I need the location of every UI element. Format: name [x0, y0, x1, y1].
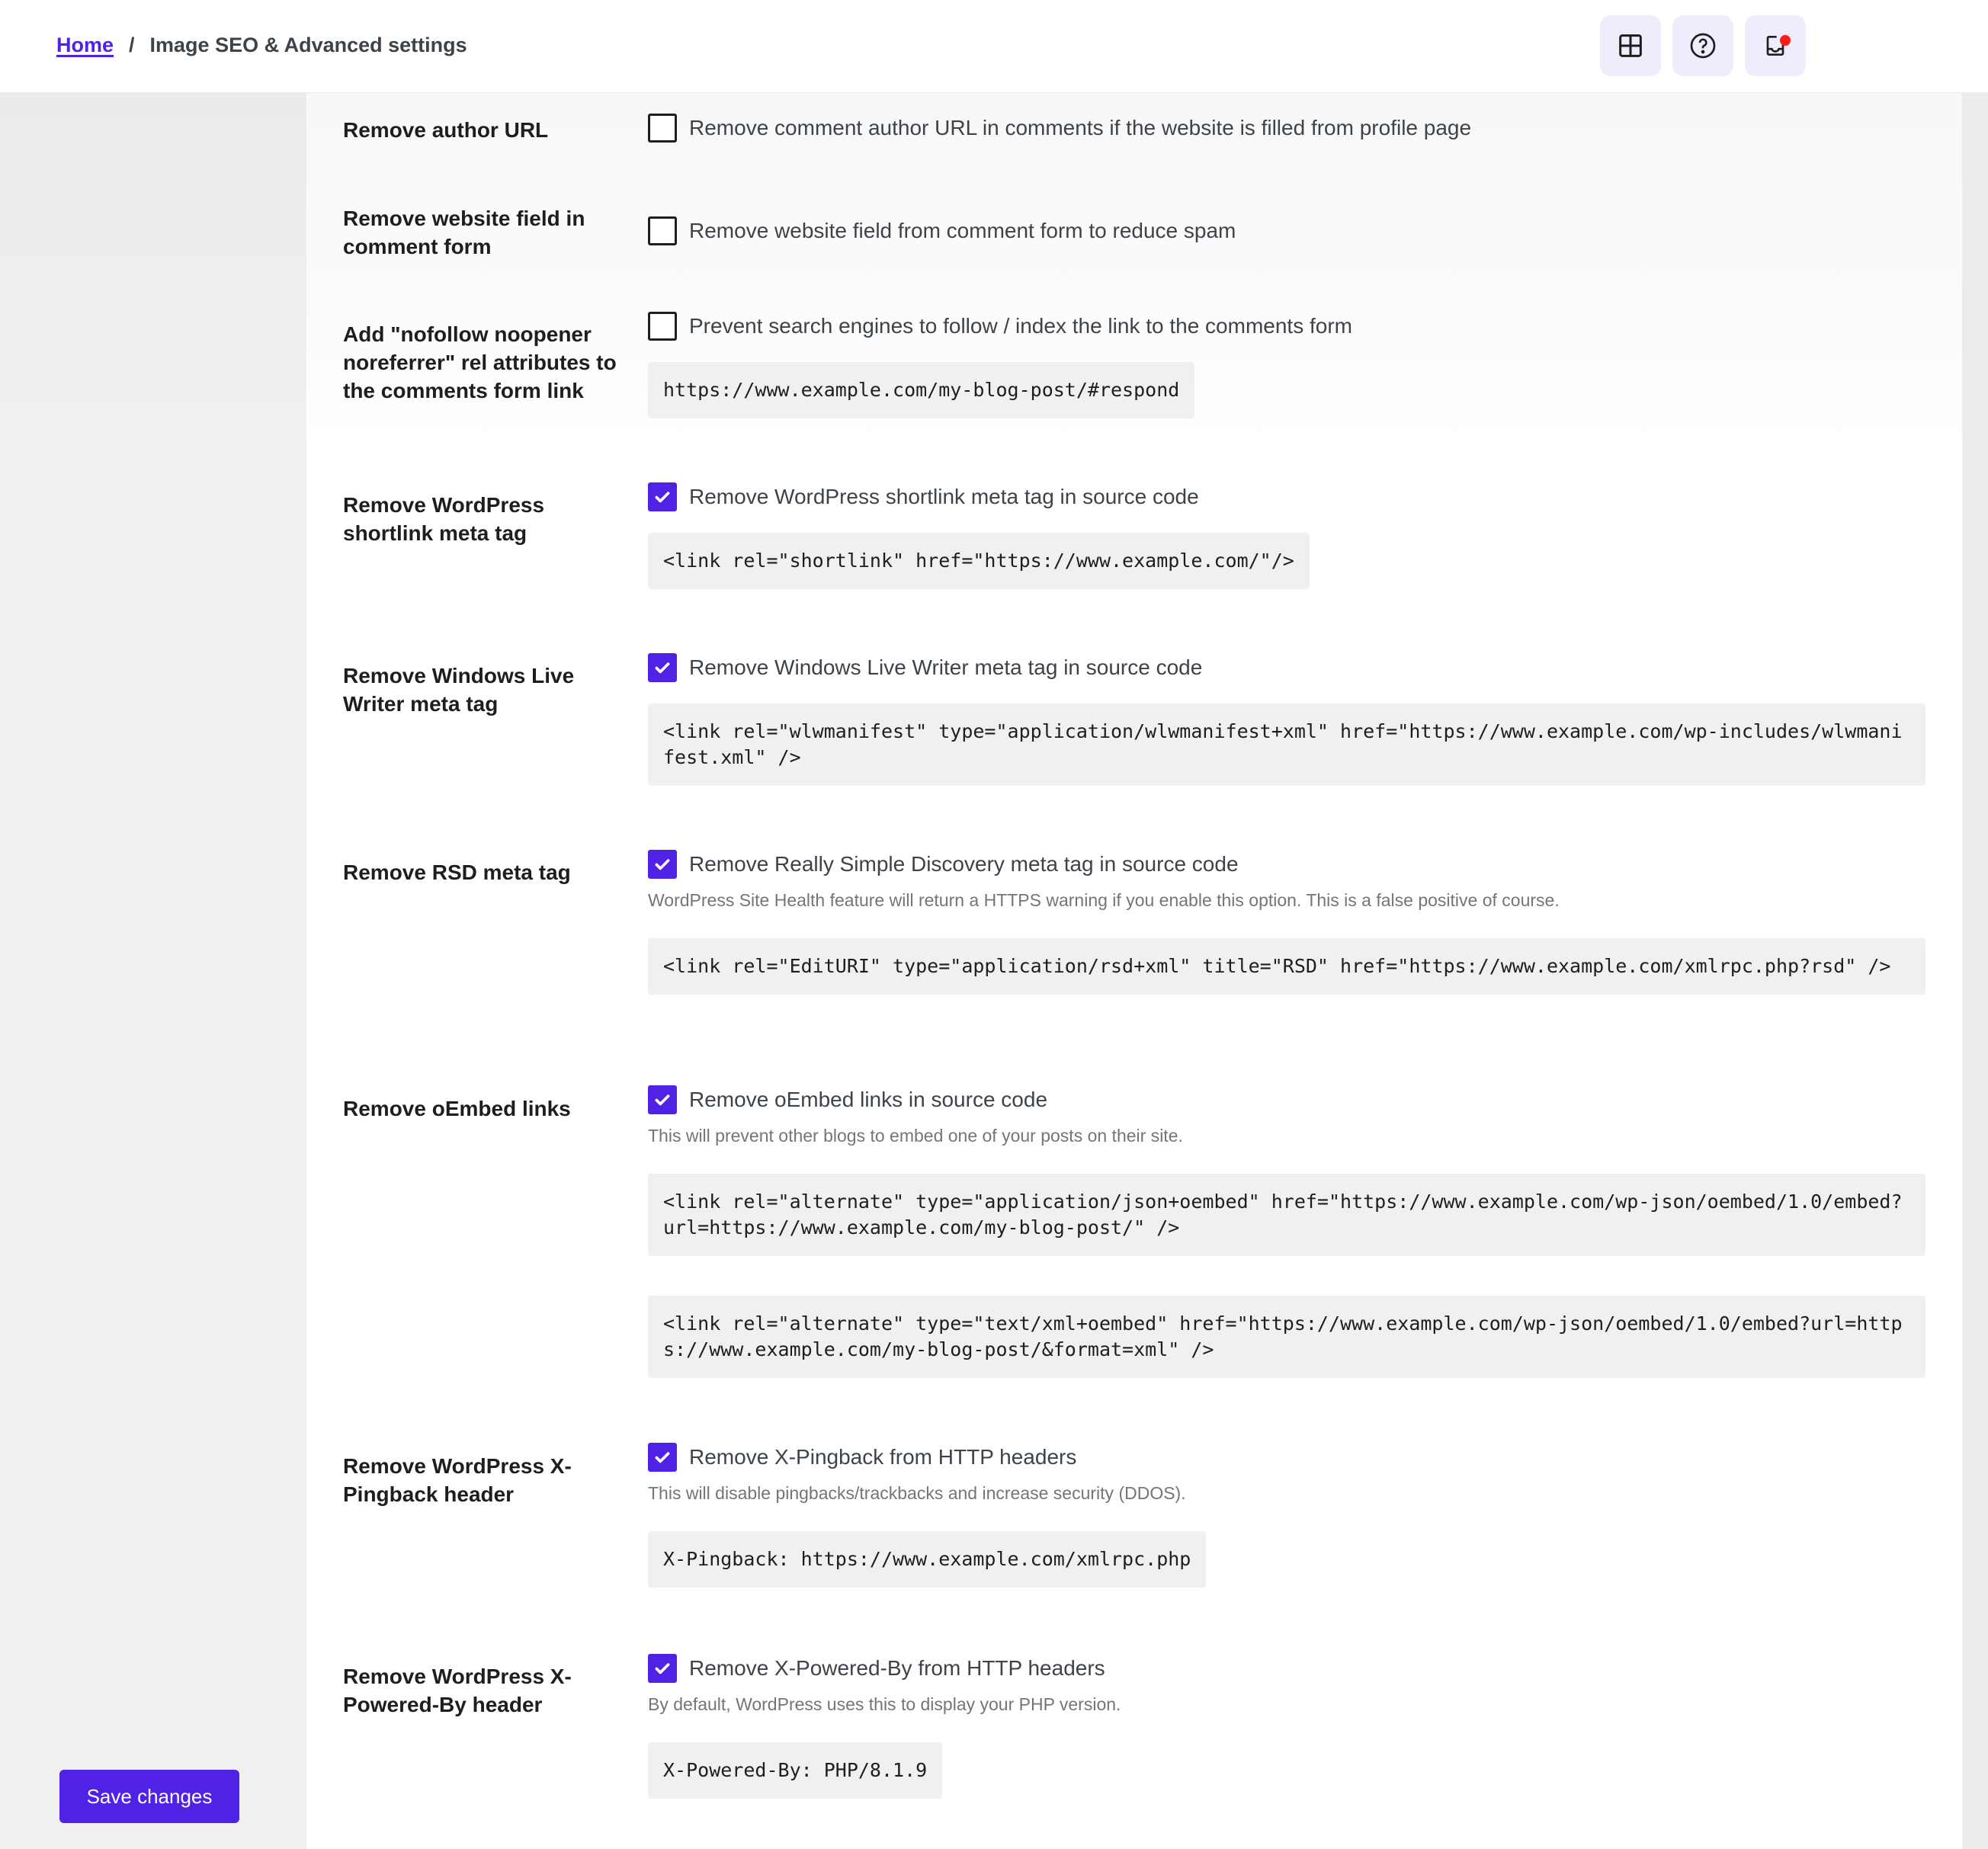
setting-remove-x-powered-by: Remove X-Powered-By from HTTP headers By…	[648, 1654, 1925, 1799]
setting-remove-shortlink: Remove WordPress shortlink meta tag in s…	[648, 482, 1925, 589]
checkbox-remove-author-url[interactable]	[648, 114, 677, 143]
option-text: Remove WordPress shortlink meta tag in s…	[689, 485, 1199, 508]
setting-label-remove-x-pingback: Remove WordPress X-Pingback header	[343, 1454, 572, 1506]
scrollbar-track[interactable]	[1962, 93, 1988, 1849]
option-description: This will prevent other blogs to embed o…	[648, 1126, 1183, 1146]
save-changes-button[interactable]: Save changes	[59, 1770, 239, 1823]
setting-remove-x-pingback: Remove X-Pingback from HTTP headers This…	[648, 1443, 1925, 1588]
checkmark-icon	[655, 859, 670, 870]
code-sample: https://www.example.com/my-blog-post/#re…	[648, 362, 1195, 418]
setting-nofollow-comments-link: Prevent search engines to follow / index…	[648, 312, 1925, 418]
checkmark-icon	[655, 1452, 670, 1463]
option-nofollow-comments-link[interactable]: Prevent search engines to follow / index…	[648, 312, 1925, 341]
option-text: Remove X-Powered-By from HTTP headers	[689, 1656, 1105, 1680]
option-text: Remove Windows Live Writer meta tag in s…	[689, 655, 1203, 679]
option-remove-website-field[interactable]: Remove website field from comment form t…	[648, 216, 1925, 245]
code-sample: X-Powered-By: PHP/8.1.9	[648, 1742, 943, 1799]
checkbox-remove-x-pingback[interactable]	[648, 1443, 677, 1472]
checkbox-remove-oembed[interactable]	[648, 1085, 677, 1114]
setting-remove-author-url: Remove comment author URL in comments if…	[648, 114, 1925, 143]
setting-label-nofollow-comments-link: Add "nofollow noopener noreferrer" rel a…	[343, 322, 617, 402]
option-description: WordPress Site Health feature will retur…	[648, 890, 1560, 910]
option-description: This will disable pingbacks/trackbacks a…	[648, 1483, 1186, 1503]
checkmark-icon	[655, 1094, 670, 1106]
notifications-button[interactable]	[1745, 15, 1806, 76]
option-text: Remove X-Pingback from HTTP headers	[689, 1445, 1077, 1469]
setting-label-remove-oembed: Remove oEmbed links	[343, 1097, 571, 1120]
option-text: Remove oEmbed links in source code	[689, 1088, 1048, 1111]
header-actions	[1600, 15, 1806, 76]
help-circle-icon	[1690, 33, 1716, 59]
option-remove-rsd[interactable]: Remove Really Simple Discovery meta tag …	[648, 850, 1925, 879]
setting-label-remove-x-powered-by: Remove WordPress X-Powered-By header	[343, 1665, 572, 1716]
option-text: Remove website field from comment form t…	[689, 219, 1236, 242]
breadcrumb-separator: /	[129, 34, 135, 56]
setting-remove-rsd: Remove Really Simple Discovery meta tag …	[648, 850, 1925, 995]
breadcrumb-current: Image SEO & Advanced settings	[149, 34, 467, 56]
option-remove-wlw[interactable]: Remove Windows Live Writer meta tag in s…	[648, 653, 1925, 682]
option-remove-oembed[interactable]: Remove oEmbed links in source code	[648, 1085, 1925, 1114]
code-sample: <link rel="alternate" type="text/xml+oem…	[648, 1296, 1925, 1378]
checkbox-remove-x-powered-by[interactable]	[648, 1654, 677, 1683]
checkbox-remove-wlw[interactable]	[648, 653, 677, 682]
code-sample: <link rel="alternate" type="application/…	[648, 1174, 1925, 1256]
setting-label-remove-author-url: Remove author URL	[343, 118, 549, 142]
code-sample: X-Pingback: https://www.example.com/xmlr…	[648, 1531, 1207, 1588]
setting-remove-wlw: Remove Windows Live Writer meta tag in s…	[648, 653, 1925, 786]
breadcrumb: Home / Image SEO & Advanced settings	[56, 34, 467, 57]
setting-label-remove-website-field: Remove website field in comment form	[343, 207, 585, 258]
setting-label-remove-shortlink: Remove WordPress shortlink meta tag	[343, 493, 545, 545]
top-bar: Home / Image SEO & Advanced settings	[0, 0, 1988, 93]
dashboard-grid-button[interactable]	[1600, 15, 1661, 76]
checkmark-icon	[655, 492, 670, 503]
checkbox-nofollow-comments-link[interactable]	[648, 312, 677, 341]
sidebar	[0, 93, 306, 1849]
option-text: Remove Really Simple Discovery meta tag …	[689, 852, 1239, 876]
setting-remove-oembed: Remove oEmbed links in source code This …	[648, 1085, 1925, 1378]
help-button[interactable]	[1672, 15, 1733, 76]
notification-dot	[1780, 35, 1791, 46]
option-remove-x-pingback[interactable]: Remove X-Pingback from HTTP headers	[648, 1443, 1925, 1472]
checkmark-icon	[655, 662, 670, 674]
checkbox-remove-rsd[interactable]	[648, 850, 677, 879]
checkbox-remove-shortlink[interactable]	[648, 482, 677, 511]
checkmark-icon	[655, 1663, 670, 1674]
grid-icon	[1619, 34, 1642, 57]
code-sample: <link rel="wlwmanifest" type="applicatio…	[648, 703, 1925, 786]
code-sample: <link rel="EditURI" type="application/rs…	[648, 938, 1925, 995]
setting-label-remove-wlw: Remove Windows Live Writer meta tag	[343, 664, 575, 716]
option-text: Prevent search engines to follow / index…	[689, 314, 1352, 338]
breadcrumb-home-link[interactable]: Home	[56, 34, 114, 57]
option-remove-shortlink[interactable]: Remove WordPress shortlink meta tag in s…	[648, 482, 1925, 511]
checkbox-remove-website-field[interactable]	[648, 216, 677, 245]
setting-remove-website-field: Remove website field from comment form t…	[648, 216, 1925, 245]
option-remove-x-powered-by[interactable]: Remove X-Powered-By from HTTP headers	[648, 1654, 1925, 1683]
option-text: Remove comment author URL in comments if…	[689, 116, 1472, 139]
code-sample: <link rel="shortlink" href="https://www.…	[648, 533, 1310, 589]
setting-label-remove-rsd: Remove RSD meta tag	[343, 860, 571, 884]
option-remove-author-url[interactable]: Remove comment author URL in comments if…	[648, 114, 1925, 143]
option-description: By default, WordPress uses this to displ…	[648, 1694, 1121, 1714]
